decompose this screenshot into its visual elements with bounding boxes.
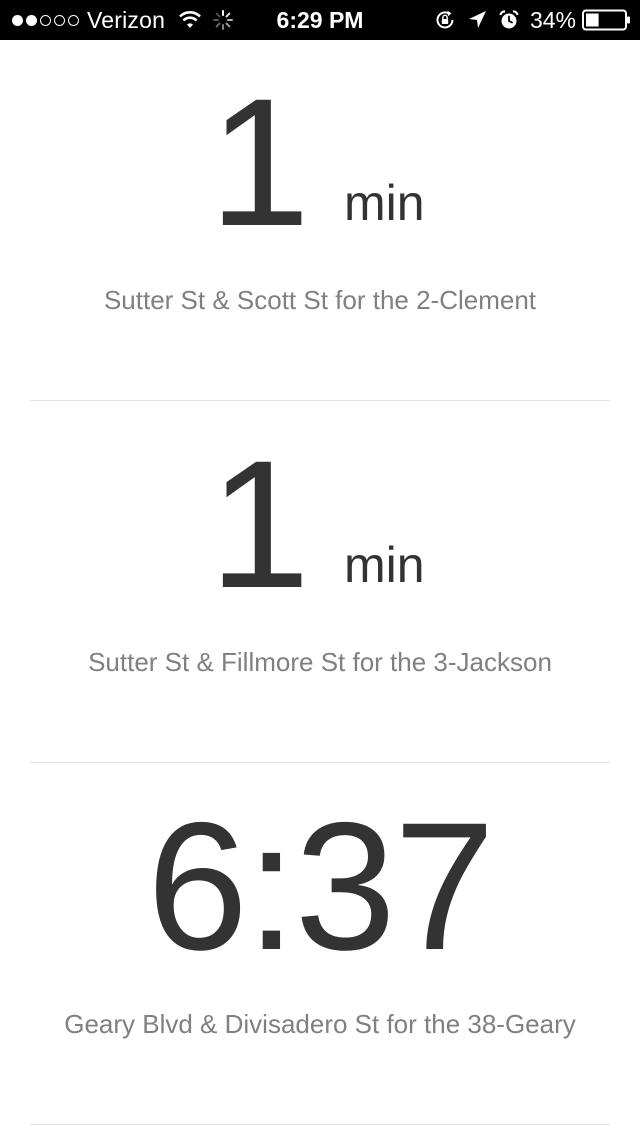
status-right: 34% bbox=[424, 0, 632, 40]
arrival-value: 1 bbox=[209, 422, 310, 626]
divider bbox=[30, 1124, 610, 1125]
arrival-time: 1 min bbox=[0, 422, 640, 626]
divider bbox=[30, 400, 610, 401]
rotation-lock-icon bbox=[436, 10, 454, 29]
predictions-list[interactable]: 1 min Sutter St & Scott St for the 2-Cle… bbox=[0, 40, 640, 1126]
battery-percent: 34% bbox=[529, 6, 576, 33]
prediction-card[interactable]: 1 min Sutter St & Fillmore St for the 3-… bbox=[0, 402, 640, 764]
arrival-unit: min bbox=[344, 175, 425, 231]
status-bar: Verizon 6:29 PM 34% bbox=[0, 0, 640, 40]
arrival-value: 1 bbox=[209, 60, 310, 264]
battery-icon bbox=[582, 9, 630, 31]
arrival-unit: min bbox=[344, 537, 425, 593]
stop-description: Sutter St & Fillmore St for the 3-Jackso… bbox=[88, 647, 552, 677]
alarm-clock-icon bbox=[499, 10, 519, 29]
divider bbox=[30, 762, 610, 763]
stop-description: Geary Blvd & Divisadero St for the 38-Ge… bbox=[64, 1009, 576, 1039]
location-arrow-icon bbox=[468, 11, 486, 28]
arrival-time: 1 min bbox=[0, 60, 640, 264]
arrival-value: 6:37 bbox=[146, 784, 495, 988]
prediction-card[interactable]: 1 min Sutter St & Scott St for the 2-Cle… bbox=[0, 40, 640, 402]
stop-description: Sutter St & Scott St for the 2-Clement bbox=[103, 285, 537, 315]
prediction-card[interactable]: 6:37 Geary Blvd & Divisadero St for the … bbox=[0, 764, 640, 1126]
arrival-time: 6:37 bbox=[0, 784, 640, 988]
